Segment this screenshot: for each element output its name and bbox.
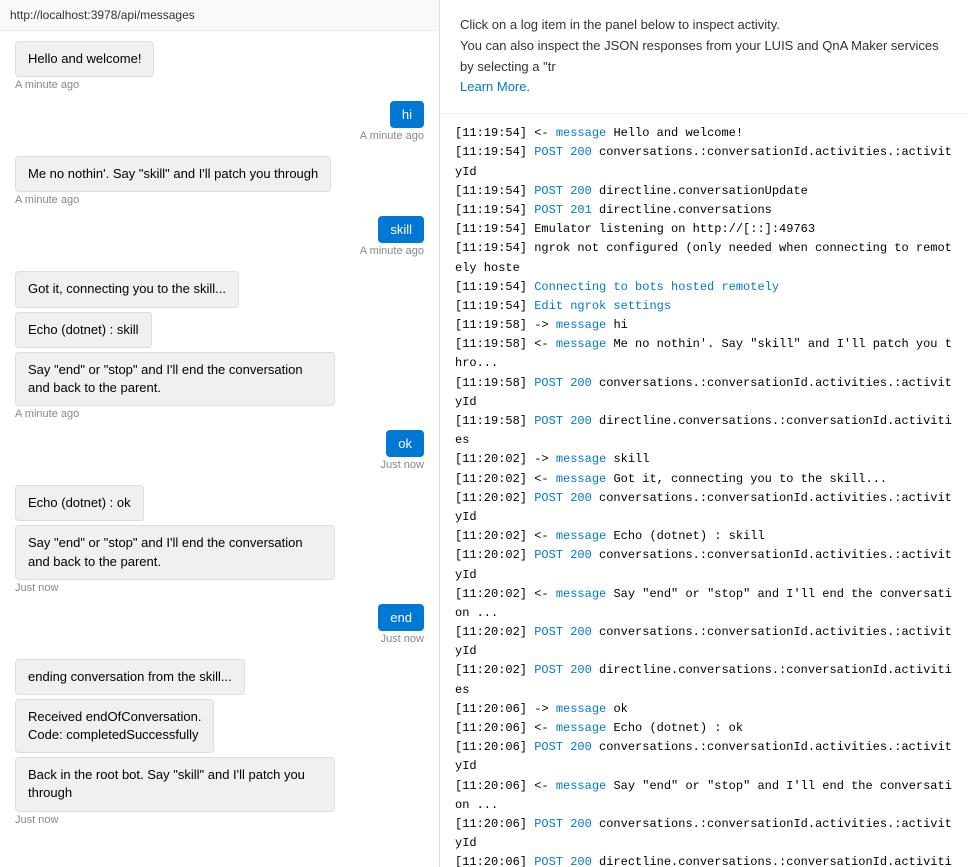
info-bar: Click on a log item in the panel below t… [440,0,968,114]
post-link[interactable]: POST 200 [534,376,592,390]
bot-bubble: Received endOfConversation. Code: comple… [15,699,214,753]
bot-bubble: ending conversation from the skill... [15,659,245,695]
bot-message-wrap: Back in the root bot. Say "skill" and I'… [15,757,424,825]
info-line1: Click on a log item in the panel below t… [460,15,948,36]
timestamp: A minute ago [15,194,424,206]
bot-bubble: Hello and welcome! [15,41,154,77]
log-line[interactable]: [11:20:06] POST 200 directline.conversat… [455,853,953,867]
user-message-wrap: ok Just now [15,430,424,481]
user-timestamp: Just now [381,633,424,645]
post-link[interactable]: POST 200 [534,491,592,505]
post-link[interactable]: POST 200 [534,625,592,639]
log-line[interactable]: [11:20:06] POST 200 conversations.:conve… [455,815,953,853]
log-line[interactable]: [11:19:54] POST 201 directline.conversat… [455,201,953,220]
log-line[interactable]: [11:19:58] -> message hi [455,316,953,335]
message-link[interactable]: message [556,126,606,140]
bot-bubble: Say "end" or "stop" and I'll end the con… [15,525,335,579]
message-link[interactable]: message [556,337,606,351]
message-link[interactable]: message [556,452,606,466]
user-bubble: hi [390,101,424,128]
timestamp: A minute ago [15,79,424,91]
user-bubble: ok [386,430,424,457]
bot-bubble: Echo (dotnet) : skill [15,312,152,348]
timestamp: Just now [15,814,424,826]
info-line2-text: You can also inspect the JSON responses … [460,38,939,74]
bot-bubble: Say "end" or "stop" and I'll end the con… [15,352,335,406]
log-panel[interactable]: [11:19:54] <- message Hello and welcome!… [440,114,968,867]
post-link[interactable]: POST 200 [534,184,592,198]
log-line[interactable]: [11:19:58] POST 200 conversations.:conve… [455,374,953,412]
log-line[interactable]: [11:20:06] POST 200 conversations.:conve… [455,738,953,776]
log-line[interactable]: [11:20:02] <- message Echo (dotnet) : sk… [455,527,953,546]
bot-message-wrap: Say "end" or "stop" and I'll end the con… [15,352,424,420]
log-line[interactable]: [11:20:02] <- message Say "end" or "stop… [455,585,953,623]
post-link[interactable]: POST 200 [534,740,592,754]
log-line[interactable]: [11:20:06] <- message Echo (dotnet) : ok [455,719,953,738]
post-link[interactable]: POST 200 [534,145,592,159]
log-line[interactable]: [11:19:54] <- message Hello and welcome! [455,124,953,143]
bot-bubble: Got it, connecting you to the skill... [15,271,239,307]
message-link[interactable]: message [556,472,606,486]
log-line[interactable]: [11:19:58] POST 200 directline.conversat… [455,412,953,450]
learn-more-link[interactable]: Learn More. [460,79,530,94]
log-line[interactable]: [11:19:54] POST 200 directline.conversat… [455,182,953,201]
post-link[interactable]: POST 200 [534,817,592,831]
log-line[interactable]: [11:20:02] -> message skill [455,450,953,469]
nav-link[interactable]: Edit ngrok settings [534,299,671,313]
message-link[interactable]: message [556,587,606,601]
post-link[interactable]: POST 200 [534,548,592,562]
user-message-wrap: hi A minute ago [15,101,424,152]
post-link[interactable]: POST 200 [534,414,592,428]
user-bubble: end [378,604,424,631]
log-line[interactable]: [11:19:54] Connecting to bots hosted rem… [455,278,953,297]
url-bar: http://localhost:3978/api/messages [0,0,439,31]
bot-message-wrap: Echo (dotnet) : skill [15,312,424,348]
chat-area[interactable]: Hello and welcome! A minute ago hi A minute… [0,31,439,867]
post-link[interactable]: POST 201 [534,203,592,217]
log-line[interactable]: [11:20:02] <- message Got it, connecting… [455,470,953,489]
bot-message-wrap: Got it, connecting you to the skill... [15,271,424,307]
user-message-wrap: skill A minute ago [15,216,424,267]
right-panel: Click on a log item in the panel below t… [440,0,968,867]
log-line[interactable]: [11:20:02] POST 200 directline.conversat… [455,661,953,699]
nav-link[interactable]: Connecting to bots hosted remotely [534,280,779,294]
message-link[interactable]: message [556,529,606,543]
user-timestamp: Just now [381,459,424,471]
bot-message-wrap: Me no nothin'. Say "skill" and I'll patc… [15,156,424,206]
user-timestamp: A minute ago [360,130,424,142]
chat-panel: http://localhost:3978/api/messages Hello… [0,0,440,867]
bot-message-wrap: Received endOfConversation. Code: comple… [15,699,424,753]
bot-bubble: Back in the root bot. Say "skill" and I'… [15,757,335,811]
timestamp: A minute ago [15,408,424,420]
url-text: http://localhost:3978/api/messages [10,8,195,22]
log-line[interactable]: [11:19:54] POST 200 conversations.:conve… [455,143,953,181]
log-line[interactable]: [11:19:58] <- message Me no nothin'. Say… [455,335,953,373]
log-line[interactable]: [11:20:02] POST 200 conversations.:conve… [455,546,953,584]
bot-message-wrap: Echo (dotnet) : ok [15,485,424,521]
user-timestamp: A minute ago [360,245,424,257]
message-link[interactable]: message [556,721,606,735]
bot-message-wrap: Hello and welcome! A minute ago [15,41,424,91]
user-bubble: skill [378,216,424,243]
message-link[interactable]: message [556,318,606,332]
log-line[interactable]: [11:20:06] -> message ok [455,700,953,719]
log-line[interactable]: [11:19:54] ngrok not configured (only ne… [455,239,953,277]
info-line2: You can also inspect the JSON responses … [460,36,948,78]
log-line[interactable]: [11:19:54] Emulator listening on http://… [455,220,953,239]
bot-message-wrap: ending conversation from the skill... [15,659,424,695]
log-line[interactable]: [11:20:02] POST 200 conversations.:conve… [455,489,953,527]
post-link[interactable]: POST 200 [534,855,592,867]
log-line[interactable]: [11:20:02] POST 200 conversations.:conve… [455,623,953,661]
log-line[interactable]: [11:19:54] Edit ngrok settings [455,297,953,316]
bot-bubble: Echo (dotnet) : ok [15,485,144,521]
bot-message-wrap: Say "end" or "stop" and I'll end the con… [15,525,424,593]
bot-bubble: Me no nothin'. Say "skill" and I'll patc… [15,156,331,192]
log-line[interactable]: [11:20:06] <- message Say "end" or "stop… [455,777,953,815]
message-link[interactable]: message [556,779,606,793]
timestamp: Just now [15,582,424,594]
message-link[interactable]: message [556,702,606,716]
post-link[interactable]: POST 200 [534,663,592,677]
user-message-wrap: end Just now [15,604,424,655]
